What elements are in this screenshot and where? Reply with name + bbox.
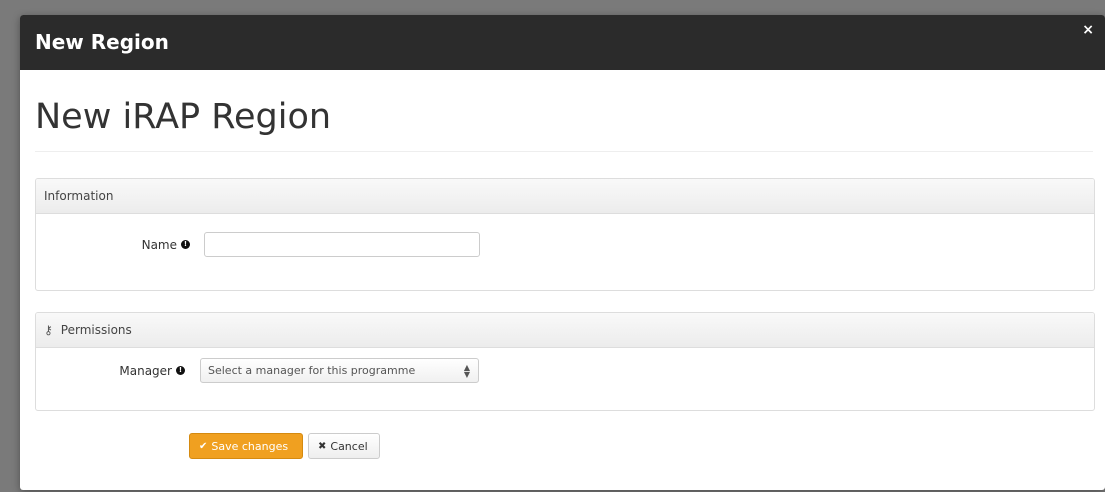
manager-label-text: Manager <box>119 363 172 378</box>
cancel-button-label: Cancel <box>330 439 368 453</box>
info-icon: ! <box>176 366 185 375</box>
name-input[interactable] <box>204 232 480 257</box>
information-panel: Information Name ! <box>35 178 1095 291</box>
manager-label: Manager ! <box>36 364 185 378</box>
new-region-modal: New Region × New iRAP Region Information… <box>20 15 1105 490</box>
manager-select-value: Select a manager for this programme <box>208 364 416 377</box>
save-button-label: Save changes <box>211 439 289 453</box>
close-icon[interactable]: × <box>1082 22 1094 38</box>
permissions-panel: ⚷ Permissions Manager ! Select a manager… <box>35 312 1095 411</box>
select-arrows-icon: ▲ ▼ <box>463 363 470 379</box>
key-icon: ⚷ <box>44 323 53 337</box>
manager-select[interactable]: Select a manager for this programme ▲ ▼ <box>200 358 479 383</box>
info-icon: ! <box>181 240 190 249</box>
permissions-panel-heading: ⚷ Permissions <box>36 313 1094 348</box>
modal-header: New Region × <box>20 15 1105 70</box>
information-panel-title: Information <box>44 189 114 203</box>
check-icon: ✔ <box>199 440 208 452</box>
name-row: Name ! <box>36 232 480 257</box>
heading-divider <box>35 151 1093 152</box>
information-panel-heading: Information <box>36 179 1094 214</box>
modal-title: New Region <box>35 30 169 54</box>
permissions-panel-title: Permissions <box>60 323 132 337</box>
name-label: Name ! <box>36 238 190 252</box>
name-label-text: Name <box>141 237 177 252</box>
manager-row: Manager ! Select a manager for this prog… <box>36 358 479 383</box>
save-button[interactable]: ✔ Save changes <box>189 433 303 459</box>
page-title: New iRAP Region <box>35 97 332 137</box>
close-x-icon: ✖ <box>318 440 327 452</box>
cancel-button[interactable]: ✖ Cancel <box>308 433 380 459</box>
